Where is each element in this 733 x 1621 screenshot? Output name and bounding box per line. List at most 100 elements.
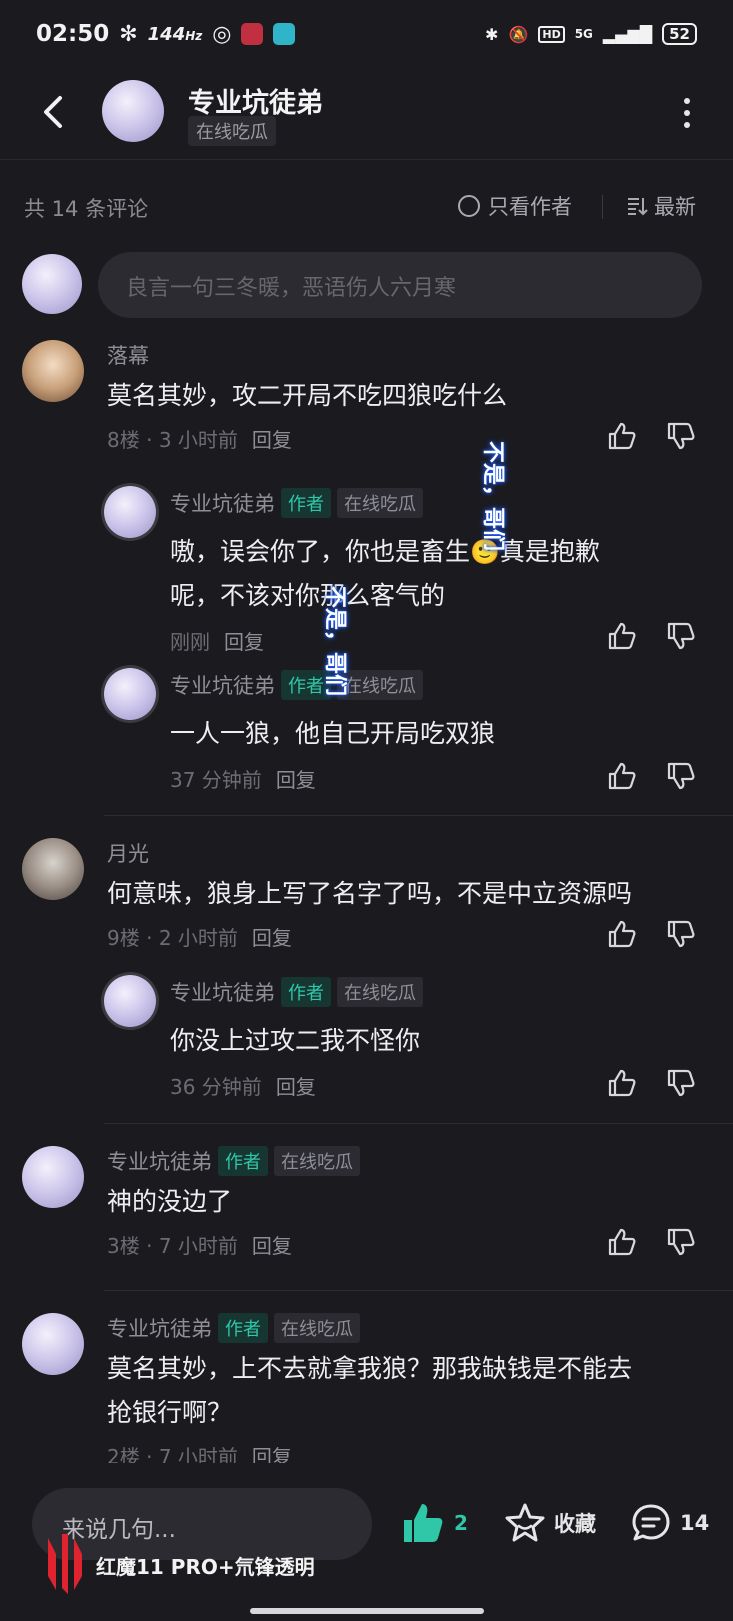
avatar[interactable]: [22, 1146, 84, 1208]
avatar[interactable]: [104, 668, 156, 720]
signal-icon: ▂▄▆█: [602, 24, 653, 44]
comment-meta: 9楼 · 2 小时前 回复: [107, 922, 292, 951]
comment-username[interactable]: 专业坑徒弟 作者 在线吃瓜: [107, 1146, 360, 1176]
thumbs-up-icon: [608, 1069, 636, 1097]
thumbs-down-icon: [667, 762, 695, 790]
status-bar: 02:50 ✻ 144Hz ◎ ✱ 🔕 HD 5G ▂▄▆█ 52: [0, 0, 733, 68]
online-badge: 在线吃瓜: [337, 977, 423, 1007]
fan-icon: ✻: [119, 21, 138, 47]
header-tag: 在线吃瓜: [188, 116, 276, 146]
network-label: 5G: [574, 27, 593, 41]
hd-icon: HD: [538, 25, 565, 43]
online-badge: 在线吃瓜: [274, 1313, 360, 1343]
thumbs-up-icon: [608, 622, 636, 650]
dislike-button[interactable]: [665, 918, 697, 950]
comment-username[interactable]: 月光: [107, 838, 149, 868]
online-badge: 在线吃瓜: [337, 488, 423, 518]
comment-username[interactable]: 专业坑徒弟 作者 在线吃瓜: [107, 1313, 360, 1343]
comment-text: 神的没边了: [107, 1187, 233, 1216]
dislike-button[interactable]: [665, 620, 697, 652]
like-button[interactable]: [606, 760, 638, 792]
dislike-button[interactable]: [665, 420, 697, 452]
sort-bar: 共 14 条评论 只看作者 最新: [0, 185, 733, 229]
thumbs-up-icon: [608, 422, 636, 450]
comment-meta: 2楼 · 7 小时前 回复: [107, 1441, 292, 1463]
status-time: 02:50: [36, 21, 110, 47]
dislike-button[interactable]: [665, 760, 697, 792]
author-badge: 作者: [281, 977, 331, 1007]
header-avatar[interactable]: [102, 80, 164, 142]
divider: [104, 1123, 733, 1124]
comment-input[interactable]: 良言一句三冬暖，恶语伤人六月寒: [98, 252, 702, 318]
divider: [602, 195, 603, 219]
reply-button[interactable]: 回复: [276, 764, 316, 793]
dislike-button[interactable]: [665, 1226, 697, 1258]
avatar[interactable]: [104, 975, 156, 1027]
my-avatar: [22, 254, 82, 314]
comment-meta: 8楼 · 3 小时前 回复: [107, 424, 292, 453]
like-button[interactable]: [606, 918, 638, 950]
reply-button[interactable]: 回复: [276, 1071, 316, 1100]
home-indicator[interactable]: [250, 1608, 484, 1614]
reply-username[interactable]: 专业坑徒弟 作者 在线吃瓜: [170, 488, 423, 518]
reply-button[interactable]: 回复: [252, 424, 292, 453]
mute-icon: 🔕: [508, 24, 529, 44]
reply-username[interactable]: 专业坑徒弟 作者 在线吃瓜: [170, 977, 423, 1007]
divider: [104, 1290, 733, 1291]
overlay-caption: 不是，哥们: [322, 585, 348, 697]
header-title: 专业坑徒弟: [188, 88, 323, 119]
sort-icon: [628, 198, 648, 216]
reply-meta: 37 分钟前 回复: [170, 764, 316, 793]
avatar[interactable]: [104, 486, 156, 538]
like-button[interactable]: [606, 420, 638, 452]
dislike-button[interactable]: [665, 1067, 697, 1099]
avatar[interactable]: [22, 1313, 84, 1375]
like-button[interactable]: [606, 1226, 638, 1258]
comment-count: 共 14 条评论: [24, 197, 149, 221]
device-watermark: 红魔11 PRO+氘锋透明: [42, 1532, 315, 1598]
bottom-like-button[interactable]: 2: [400, 1500, 468, 1546]
reply-username[interactable]: 专业坑徒弟 作者 在线吃瓜: [170, 670, 423, 700]
reply-text: 嗷，误会你了，你也是畜生🙂真是抱歉 呢，不该对你那么客气的: [170, 537, 600, 610]
favorite-button[interactable]: 收藏: [504, 1502, 596, 1544]
reply-button[interactable]: 回复: [224, 626, 264, 655]
comment-username[interactable]: 落幕: [107, 340, 149, 370]
comment-text: 何意味，狼身上写了名字了吗，不是中立资源吗: [107, 879, 633, 908]
thumbs-down-icon: [667, 622, 695, 650]
thumbs-up-icon: [608, 762, 636, 790]
sort-latest-label: 最新: [654, 195, 696, 219]
author-only-toggle[interactable]: 只看作者: [458, 191, 572, 221]
avatar[interactable]: [22, 340, 84, 402]
comment-list-button[interactable]: 14: [630, 1502, 709, 1544]
comment-text: 莫名其妙，攻二开局不吃四狼吃什么: [107, 381, 508, 410]
avatar[interactable]: [22, 838, 84, 900]
sort-latest-button[interactable]: 最新: [626, 191, 696, 221]
refresh-rate: 144Hz: [147, 23, 203, 45]
chat-bubble-icon: [632, 1504, 670, 1541]
overlay-caption: 不是，哥们: [480, 440, 506, 552]
comment-count-badge: 14: [680, 1511, 710, 1535]
radio-circle-icon: [458, 195, 480, 217]
reply-text: 你没上过攻二我不怪你: [170, 1026, 421, 1055]
back-button[interactable]: [34, 92, 74, 132]
author-badge: 作者: [218, 1146, 268, 1176]
author-badge: 作者: [218, 1313, 268, 1343]
comment-meta: 3楼 · 7 小时前 回复: [107, 1230, 292, 1259]
star-icon: [505, 1503, 545, 1542]
reply-button[interactable]: 回复: [252, 1230, 292, 1259]
more-options-button[interactable]: [681, 98, 693, 128]
reply-meta: 刚刚 回复: [170, 626, 264, 655]
red-magic-logo-icon: [48, 1534, 82, 1594]
author-badge: 作者: [281, 488, 331, 518]
chevron-left-icon: [44, 96, 62, 128]
reply-button[interactable]: 回复: [252, 922, 292, 951]
thumbs-up-icon: [608, 1228, 636, 1256]
thumbs-down-icon: [667, 1228, 695, 1256]
thumbs-down-icon: [667, 920, 695, 948]
like-button[interactable]: [606, 620, 638, 652]
online-badge: 在线吃瓜: [274, 1146, 360, 1176]
reply-button[interactable]: 回复: [252, 1441, 292, 1463]
reply-text: 一人一狼，他自己开局吃双狼: [170, 719, 496, 748]
bluetooth-icon: ✱: [485, 24, 499, 44]
like-button[interactable]: [606, 1067, 638, 1099]
